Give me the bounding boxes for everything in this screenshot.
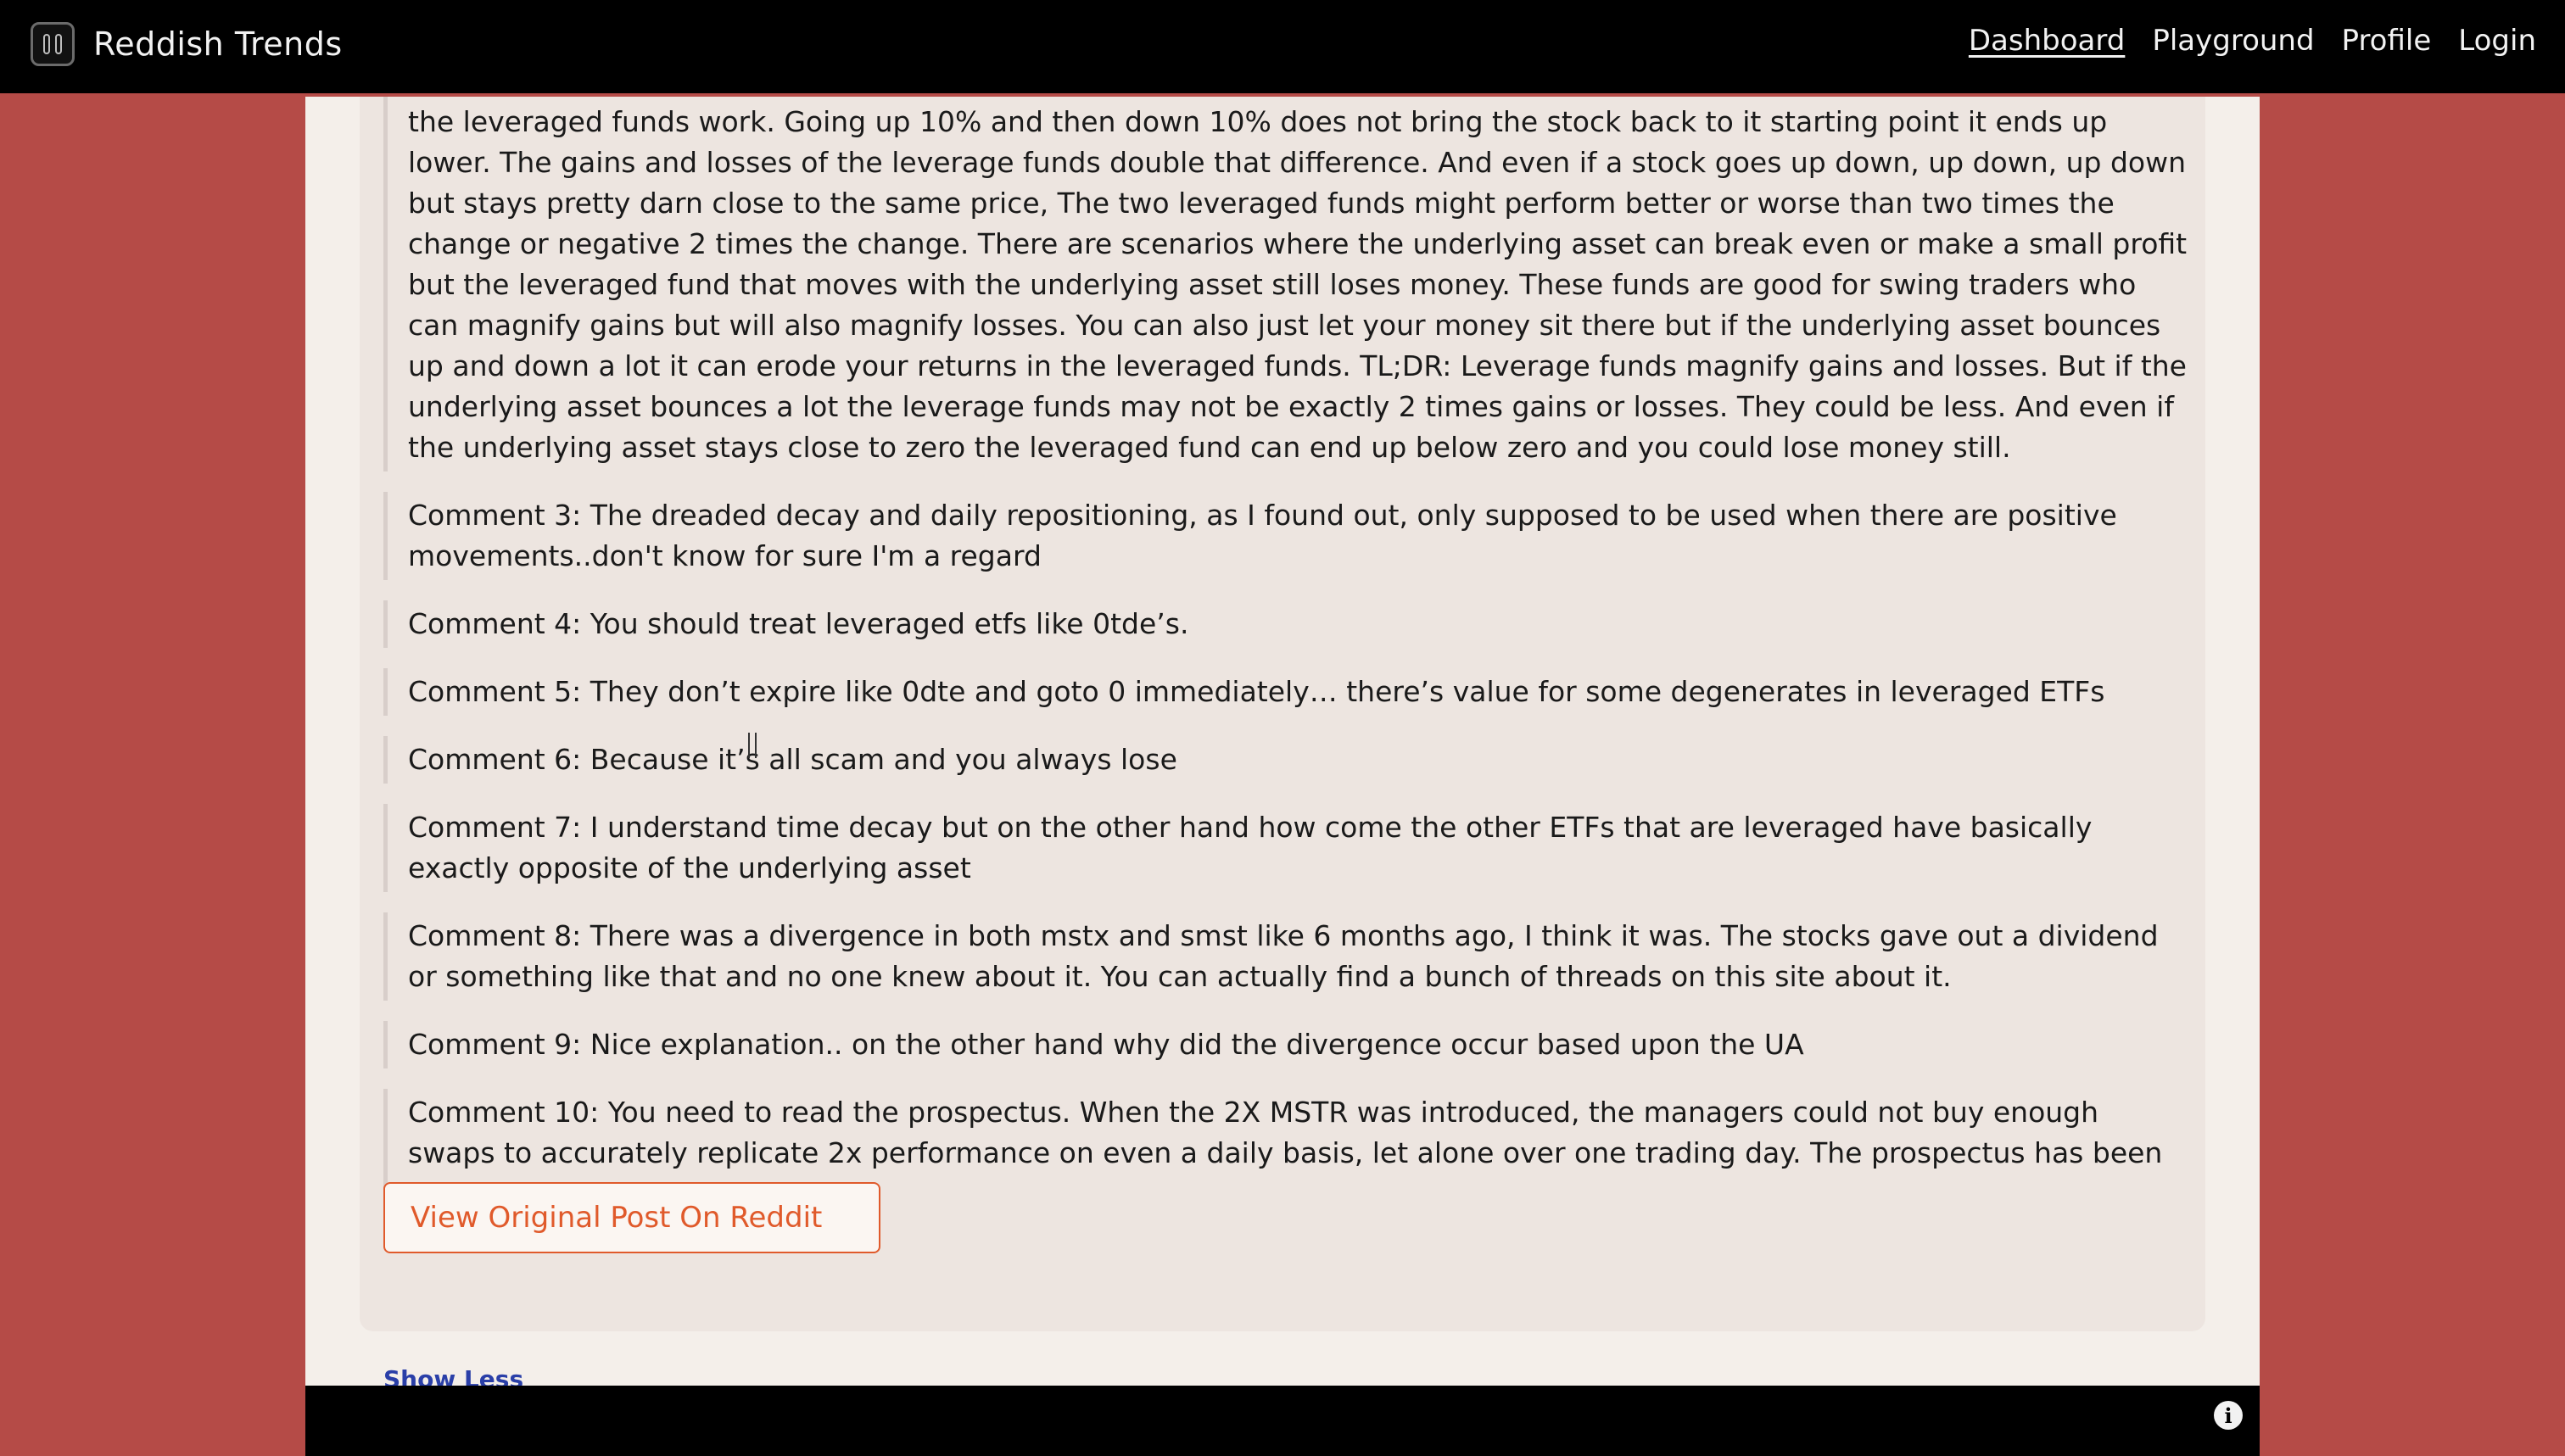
comment-item: Comment 6: Because it’s all scam and you…: [383, 736, 2190, 784]
comment-item: Comment 8: There was a divergence in bot…: [383, 912, 2190, 1001]
comment-item: the leveraged funds work. Going up 10% a…: [383, 97, 2190, 471]
post-card: the leveraged funds work. Going up 10% a…: [360, 97, 2205, 1393]
comment-item: Comment 7: I understand time decay but o…: [383, 804, 2190, 892]
footer: i: [305, 1386, 2260, 1456]
main-content: the leveraged funds work. Going up 10% a…: [305, 97, 2260, 1393]
comment-item: Comment 9: Nice explanation.. on the oth…: [383, 1021, 2190, 1068]
view-original-post-button[interactable]: View Original Post On Reddit: [383, 1182, 880, 1253]
brand-name: Reddish Trends: [93, 25, 343, 63]
nav-links: Dashboard Playground Profile Login: [1969, 24, 2536, 58]
comment-item: Comment 3: The dreaded decay and daily r…: [383, 492, 2190, 580]
nav-playground[interactable]: Playground: [2152, 24, 2314, 58]
logo-icon: [31, 22, 75, 66]
comment-list: the leveraged funds work. Going up 10% a…: [383, 97, 2190, 1238]
comment-item: Comment 5: They don’t expire like 0dte a…: [383, 668, 2190, 716]
info-icon[interactable]: i: [2214, 1401, 2243, 1430]
nav-dashboard[interactable]: Dashboard: [1969, 24, 2125, 58]
nav-profile[interactable]: Profile: [2342, 24, 2432, 58]
navbar: Reddish Trends Dashboard Playground Prof…: [0, 0, 2565, 97]
comment-item: Comment 4: You should treat leveraged et…: [383, 600, 2190, 648]
brand[interactable]: Reddish Trends: [31, 20, 343, 68]
nav-login[interactable]: Login: [2458, 24, 2536, 58]
